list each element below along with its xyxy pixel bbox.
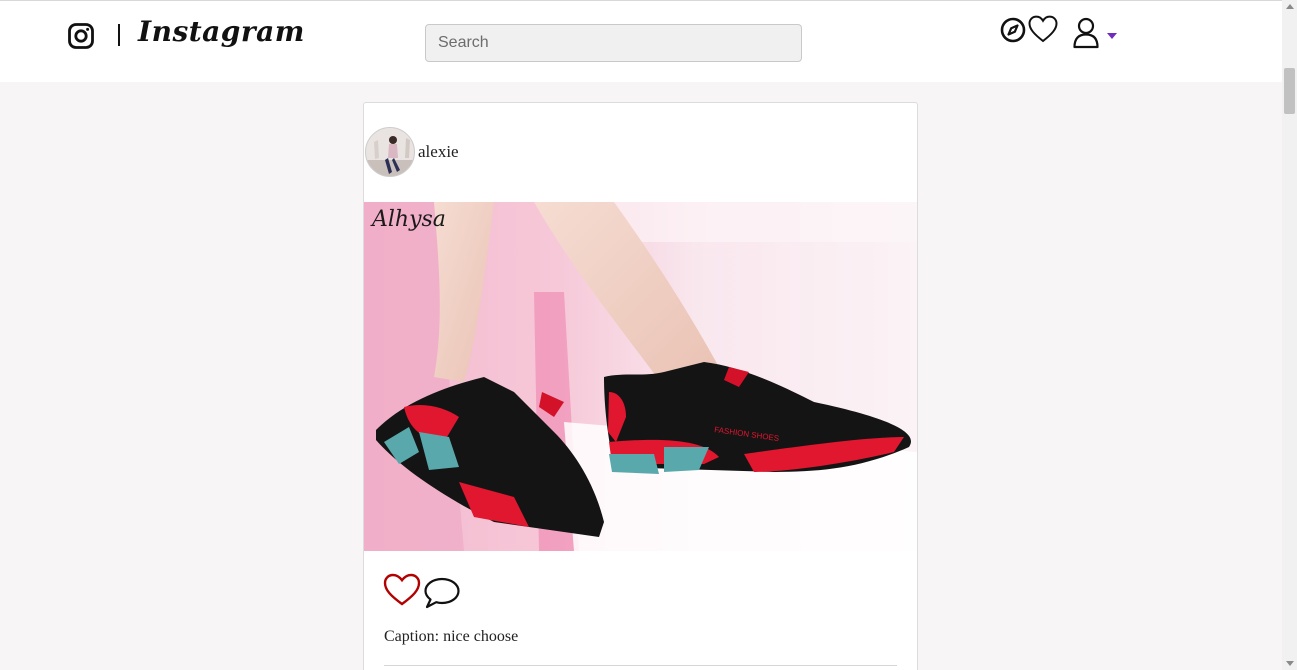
search-input[interactable] — [425, 24, 802, 62]
scrollbar-thumb[interactable] — [1284, 68, 1295, 114]
image-watermark: Alhysa — [370, 207, 446, 232]
post-actions: Caption: nice choose — [364, 551, 917, 670]
scroll-down-arrow-icon[interactable] — [1286, 661, 1294, 666]
brand-separator — [118, 24, 120, 46]
heart-icon[interactable] — [1028, 15, 1058, 43]
explore-compass-icon[interactable] — [1000, 17, 1026, 43]
top-navbar: Instagram — [0, 0, 1282, 82]
post-caption: Caption: nice choose — [384, 628, 519, 645]
comment-bubble-icon[interactable] — [423, 576, 461, 610]
caption-divider — [384, 665, 897, 666]
caret-down-icon[interactable] — [1107, 33, 1117, 39]
like-heart-icon[interactable] — [383, 573, 421, 607]
post-image[interactable]: FASHION SHOES Alhysa — [364, 202, 917, 551]
avatar-photo — [366, 128, 414, 176]
brand-wordmark[interactable]: Instagram — [138, 15, 305, 48]
user-icon[interactable] — [1072, 17, 1100, 49]
instagram-logo-icon[interactable] — [68, 23, 94, 49]
avatar[interactable] — [365, 127, 415, 177]
post-card: alexie FASHION SHOES Alhysa Caption: nic… — [363, 102, 918, 670]
post-username[interactable]: alexie — [418, 142, 459, 162]
post-header: alexie — [364, 103, 917, 202]
scroll-up-arrow-icon[interactable] — [1286, 4, 1294, 9]
page-scrollbar[interactable] — [1282, 0, 1297, 670]
